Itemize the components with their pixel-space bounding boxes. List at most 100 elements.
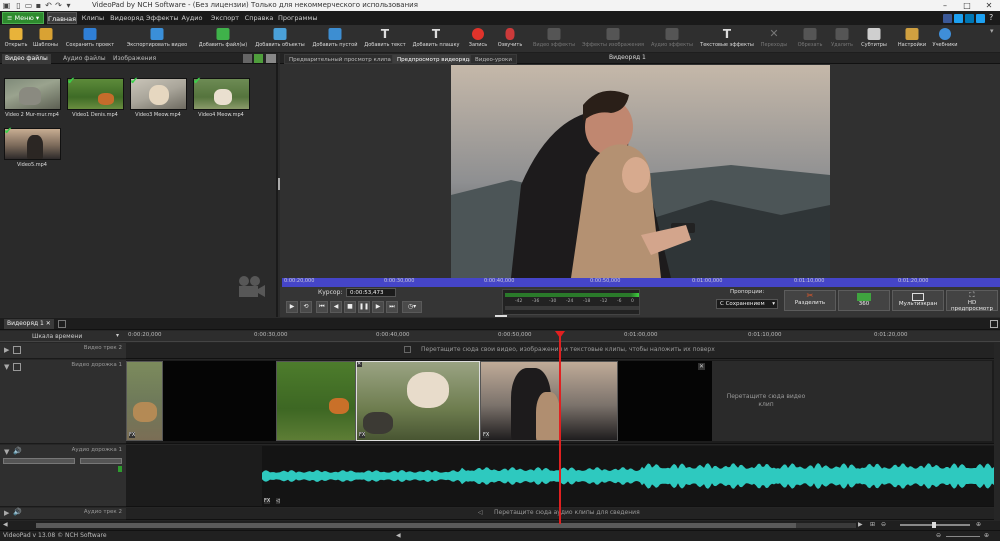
timeline-clip[interactable]: FX (126, 361, 163, 441)
expand-icon[interactable]: ▶ (4, 509, 9, 517)
tab-images[interactable]: Изображения (110, 54, 159, 64)
tab-clip-preview[interactable]: Предварительный просмотр клипа (284, 54, 396, 64)
fx-icon[interactable]: FX (129, 432, 136, 438)
360-button[interactable]: 360 (838, 290, 890, 311)
step-back-button[interactable]: ◀ (330, 301, 342, 313)
audio-clip[interactable]: FX ◁ (262, 446, 994, 506)
speaker-icon[interactable]: 🔊 (13, 447, 22, 455)
track-visibility-icon[interactable] (13, 363, 21, 371)
maximize-button[interactable]: □ (956, 0, 978, 11)
menu-button[interactable]: ≡ Меню ▾ (2, 12, 44, 24)
undo-icon[interactable]: ↶ (44, 1, 53, 10)
record-button[interactable]: Запись (464, 26, 492, 52)
tab-video-tutorials[interactable]: Видео-уроки (470, 54, 517, 64)
tab-audio-files[interactable]: Аудио файлы (60, 54, 109, 64)
text-effects-button[interactable]: T Текстовые эффекты (698, 26, 756, 52)
timeline-maximize-icon[interactable] (990, 320, 998, 328)
tab-video-files[interactable]: Видео файлы (2, 54, 51, 64)
close-button[interactable]: ✕ (978, 0, 1000, 11)
add-text-button[interactable]: T Добавить текст (362, 26, 408, 52)
tab-sequence-1[interactable]: Видеоряд 1 ✕ (4, 319, 54, 329)
track-visibility-icon[interactable] (13, 346, 21, 354)
fx-icon[interactable]: FX (483, 432, 490, 438)
chevron-down-icon[interactable]: ▾ (116, 332, 119, 339)
timeline-clip-selected[interactable]: FX ✕ (356, 361, 480, 441)
video-effects-button[interactable]: Видео эффекты (530, 26, 578, 52)
scroll-right-icon[interactable]: ▶ (858, 521, 863, 528)
narrate-button[interactable]: Озвучить (494, 26, 526, 52)
image-effects-button[interactable]: Эффекты изображения (580, 26, 646, 52)
help-icon[interactable]: ? (989, 13, 993, 22)
multiscreen-button[interactable]: Мультиэкран (892, 290, 944, 311)
tab-sequence-preview[interactable]: Предпросмотр видеоряда (392, 54, 478, 64)
save-icon[interactable]: ▪ (34, 1, 43, 10)
go-end-button[interactable]: ⏭ (386, 301, 398, 313)
transition-icon[interactable]: ✕ (357, 362, 363, 367)
twitter-icon[interactable] (954, 14, 963, 23)
add-objects-button[interactable]: Добавить объекты (252, 26, 308, 52)
zoom-in-icon[interactable]: ⊕ (976, 521, 981, 528)
share-icon[interactable] (976, 14, 985, 23)
audio-effects-button[interactable]: Аудио эффекты (648, 26, 696, 52)
speaker-icon[interactable]: 🔊 (13, 508, 22, 516)
zoom-out-icon[interactable]: ⊖ (936, 532, 941, 539)
play-button[interactable]: ▶ (286, 301, 298, 313)
open-button[interactable]: Открыть (2, 26, 30, 52)
save-project-button[interactable]: Сохранить проект (62, 26, 118, 52)
tab-programs[interactable]: Программы (278, 12, 317, 24)
loop-button[interactable]: ⟲ (300, 301, 312, 313)
add-files-button[interactable]: Добавить файл(ы) (196, 26, 250, 52)
hd-preview-button[interactable]: ⛶ HD предпросмотр (946, 290, 998, 312)
transition-icon[interactable]: ✕ (698, 363, 706, 370)
subtitles-button[interactable]: Субтитры (858, 26, 890, 52)
aspect-select[interactable]: С Сохранением ▾ (716, 299, 778, 309)
qat-dropdown-icon[interactable]: ▾ (64, 1, 73, 10)
tab-help[interactable]: Справка (244, 12, 274, 24)
linkedin-icon[interactable] (965, 14, 974, 23)
tab-sequence[interactable]: Видеоряд (110, 12, 144, 24)
empty-video-drop-zone[interactable]: Перетащите сюда видео клип (712, 361, 992, 441)
zoom-slider[interactable] (900, 522, 970, 528)
templates-button[interactable]: Шаблоны (31, 26, 60, 52)
expand-icon[interactable]: ▶ (4, 346, 9, 354)
pause-button[interactable]: ❚❚ (358, 301, 370, 313)
facebook-icon[interactable] (943, 14, 952, 23)
stop-button[interactable]: ■ (344, 301, 356, 313)
add-blank-button[interactable]: Добавить пустой (310, 26, 360, 52)
fx-icon[interactable]: FX (264, 498, 271, 504)
tab-effects[interactable]: Эффекты (146, 12, 179, 24)
zoom-slider-thumb[interactable] (932, 522, 936, 528)
collapse-icon[interactable]: ▼ (4, 363, 9, 371)
close-icon[interactable]: ✕ (46, 320, 51, 327)
go-start-button[interactable]: ⏮ (316, 301, 328, 313)
timeline-clip[interactable]: FX (480, 361, 618, 441)
playhead-line[interactable] (559, 332, 561, 524)
split-button[interactable]: ✂ Разделить (784, 290, 836, 311)
delete-button[interactable]: Удалить (828, 26, 856, 52)
speaker-icon[interactable]: ◁ (276, 498, 280, 504)
new-sequence-icon[interactable] (58, 320, 66, 328)
transitions-button[interactable]: ✕ Переходы (758, 26, 790, 52)
settings-button[interactable]: Настройки (896, 26, 928, 52)
redo-icon[interactable]: ↷ (54, 1, 63, 10)
horizontal-scrollbar[interactable] (36, 523, 856, 528)
zoom-out-icon[interactable]: ⊖ (881, 521, 886, 528)
zoom-in-icon[interactable]: ⊕ (984, 532, 989, 539)
volume-slider[interactable] (3, 458, 75, 464)
status-zoom-slider[interactable] (946, 536, 980, 537)
speed-button[interactable]: ◷▾ (402, 301, 422, 313)
tab-export[interactable]: Экспорт (210, 12, 240, 24)
new-file-icon[interactable]: ▯ (14, 1, 23, 10)
preview-resize-handle[interactable] (495, 315, 507, 317)
clip-thumbnail[interactable] (4, 78, 61, 110)
tab-clips[interactable]: Клипы (80, 12, 106, 24)
preview-time-ruler[interactable]: 0:00:20,000 0:00:30,000 0:00:40,000 0:00… (282, 278, 1000, 287)
fx-icon[interactable]: FX (359, 432, 366, 438)
add-title-button[interactable]: T Добавить плашку (410, 26, 462, 52)
cursor-time-field[interactable]: 0:00:53,473 (346, 288, 396, 297)
tab-home[interactable]: Главная (47, 12, 77, 24)
export-video-button[interactable]: Экспортировать видео (124, 26, 190, 52)
step-forward-button[interactable]: ▶ (372, 301, 384, 313)
video-frame[interactable] (451, 65, 830, 278)
tab-audio[interactable]: Аудио (180, 12, 204, 24)
